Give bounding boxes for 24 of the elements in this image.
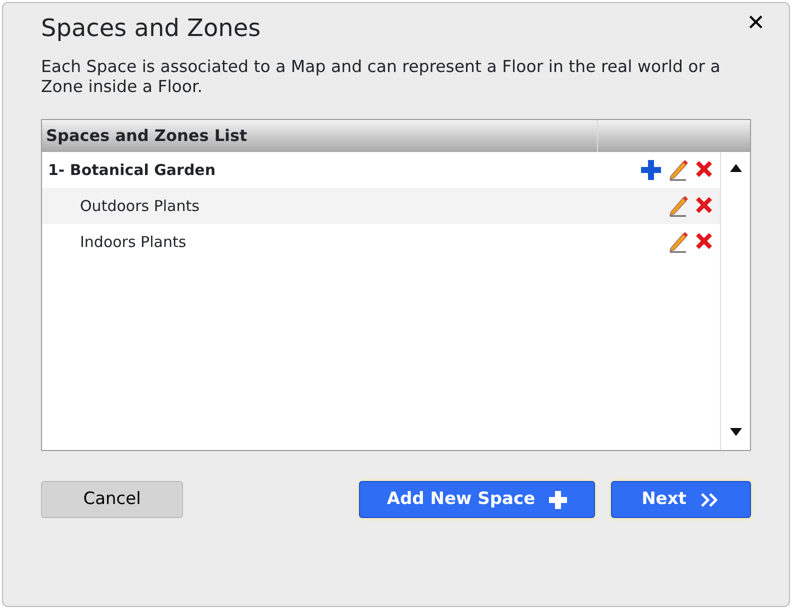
double-chevron-icon (700, 492, 720, 508)
cancel-button[interactable]: Cancel (41, 481, 183, 518)
delete-icon[interactable] (694, 159, 714, 179)
close-button[interactable]: ✕ (744, 11, 767, 37)
row-label: 1- Botanical Garden (48, 160, 217, 181)
dialog-title: Spaces and Zones (41, 13, 262, 43)
plus-icon[interactable] (640, 159, 662, 181)
tree-row[interactable]: Indoors Plants (42, 224, 720, 260)
row-label: Indoors Plants (80, 232, 188, 253)
pencil-icon[interactable] (668, 231, 688, 253)
pencil-icon[interactable] (668, 159, 688, 181)
add-space-button[interactable]: Add New Space (359, 481, 595, 518)
pencil-icon[interactable] (668, 195, 688, 217)
tree-row[interactable]: 1- Botanical Garden (42, 152, 720, 188)
row-label: Outdoors Plants (80, 196, 200, 217)
column-header: Spaces and Zones List (42, 120, 598, 152)
scroll-up-arrow-icon[interactable] (730, 164, 742, 172)
delete-icon[interactable] (694, 231, 714, 251)
description-text: Each Space is associated to a Map and can represent a Floor in the real world or a Zone inside a Floor. (41, 57, 722, 97)
tree-row[interactable]: Outdoors Plants (42, 188, 720, 224)
plus-icon (549, 490, 568, 508)
scroll-down-arrow-icon[interactable] (730, 428, 742, 436)
next-button[interactable]: Next (611, 481, 751, 518)
delete-icon[interactable] (694, 195, 714, 215)
